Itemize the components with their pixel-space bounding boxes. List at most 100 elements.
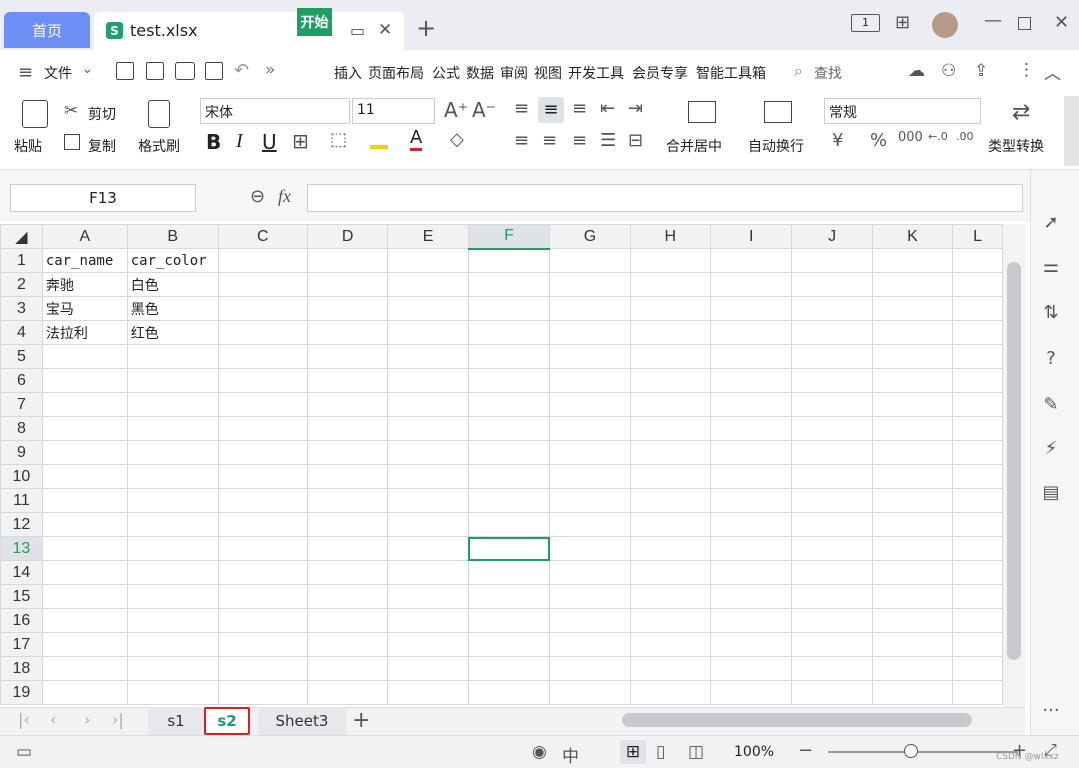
cell[interactable] bbox=[629, 296, 712, 321]
ai-assistant-icon[interactable]: ✎ bbox=[1040, 394, 1062, 416]
tab-member[interactable]: 会员专享 bbox=[632, 63, 688, 83]
cell[interactable]: 白色 bbox=[126, 272, 219, 297]
cell[interactable] bbox=[306, 680, 389, 705]
cell[interactable] bbox=[549, 272, 631, 297]
next-sheet-icon[interactable]: › bbox=[84, 710, 90, 729]
cell[interactable] bbox=[952, 464, 1003, 489]
cell[interactable] bbox=[41, 464, 128, 489]
cell[interactable] bbox=[629, 272, 712, 297]
page-break-view-icon[interactable]: ◫ bbox=[688, 742, 704, 762]
cell[interactable]: car_name bbox=[41, 248, 128, 273]
cell[interactable] bbox=[467, 344, 551, 369]
row-header[interactable]: 18 bbox=[0, 656, 43, 681]
cell[interactable] bbox=[629, 248, 712, 273]
column-header[interactable]: B bbox=[126, 224, 219, 249]
cell[interactable] bbox=[791, 656, 873, 681]
cell[interactable] bbox=[126, 632, 219, 657]
cell[interactable] bbox=[952, 320, 1003, 345]
cell[interactable] bbox=[467, 584, 551, 609]
cell[interactable] bbox=[629, 632, 712, 657]
format-painter-icon[interactable] bbox=[148, 100, 170, 128]
cell[interactable] bbox=[952, 512, 1003, 537]
align-right-icon[interactable]: ≡ bbox=[572, 130, 587, 151]
borders-icon[interactable]: ⊞ bbox=[292, 129, 309, 153]
cell[interactable] bbox=[871, 248, 954, 273]
cell[interactable] bbox=[306, 440, 389, 465]
cell[interactable] bbox=[871, 320, 954, 345]
cell[interactable] bbox=[217, 272, 308, 297]
cell[interactable] bbox=[467, 632, 551, 657]
last-sheet-icon[interactable]: ›| bbox=[112, 710, 124, 729]
align-top-icon[interactable]: ≡ bbox=[514, 98, 529, 119]
save-icon[interactable] bbox=[116, 62, 134, 80]
cell[interactable] bbox=[871, 440, 954, 465]
cell[interactable] bbox=[549, 632, 631, 657]
print-preview-icon[interactable] bbox=[205, 62, 223, 80]
cell[interactable] bbox=[387, 368, 469, 393]
cell[interactable] bbox=[952, 584, 1003, 609]
cell[interactable] bbox=[871, 392, 954, 417]
cell[interactable] bbox=[629, 560, 712, 585]
cell[interactable] bbox=[217, 608, 308, 633]
ribbon-scroll[interactable] bbox=[1064, 96, 1079, 166]
minimize-icon[interactable]: — bbox=[984, 10, 1002, 31]
cell[interactable] bbox=[952, 440, 1003, 465]
cell[interactable] bbox=[387, 416, 469, 441]
window-count-icon[interactable]: 1 bbox=[851, 14, 880, 32]
cell[interactable] bbox=[952, 536, 1003, 561]
cell[interactable] bbox=[791, 584, 873, 609]
tab-view[interactable]: 视图 bbox=[534, 63, 562, 83]
cell[interactable] bbox=[41, 680, 128, 705]
cell[interactable] bbox=[306, 344, 389, 369]
cell[interactable] bbox=[952, 488, 1003, 513]
cell[interactable] bbox=[710, 392, 793, 417]
cell[interactable] bbox=[387, 272, 469, 297]
cell[interactable] bbox=[710, 512, 793, 537]
clear-icon[interactable]: ◇ bbox=[450, 129, 464, 150]
cell[interactable] bbox=[126, 488, 219, 513]
cell[interactable] bbox=[41, 392, 128, 417]
cell[interactable] bbox=[791, 440, 873, 465]
percent-icon[interactable]: % bbox=[870, 130, 887, 151]
undo-icon[interactable]: ↶ bbox=[234, 60, 249, 81]
page-view-icon[interactable]: ▯ bbox=[656, 742, 665, 762]
cell[interactable] bbox=[217, 416, 308, 441]
cell[interactable] bbox=[41, 632, 128, 657]
cell[interactable] bbox=[710, 272, 793, 297]
more-vertical-icon[interactable]: ⋮ bbox=[1018, 60, 1035, 80]
cell[interactable] bbox=[41, 536, 128, 561]
row-header[interactable]: 13 bbox=[0, 536, 43, 561]
maximize-icon[interactable] bbox=[1018, 17, 1031, 30]
cell[interactable] bbox=[387, 656, 469, 681]
cell[interactable] bbox=[791, 368, 873, 393]
cell[interactable] bbox=[217, 584, 308, 609]
tab-page-layout[interactable]: 页面布局 bbox=[368, 63, 424, 83]
cell[interactable] bbox=[387, 296, 469, 321]
cell[interactable] bbox=[629, 320, 712, 345]
column-header[interactable]: D bbox=[306, 224, 389, 249]
cell[interactable] bbox=[217, 512, 308, 537]
cloud-sync-icon[interactable]: ☁ bbox=[908, 61, 925, 81]
align-bottom-icon[interactable]: ≡ bbox=[572, 98, 587, 119]
fill-color-icon[interactable] bbox=[370, 131, 388, 149]
cell[interactable] bbox=[306, 296, 389, 321]
cell[interactable] bbox=[710, 320, 793, 345]
cell[interactable]: 黑色 bbox=[126, 296, 219, 321]
select-all-corner[interactable]: ◢ bbox=[0, 224, 43, 249]
cell[interactable] bbox=[217, 656, 308, 681]
row-header[interactable]: 7 bbox=[0, 392, 43, 417]
chevron-down-icon[interactable]: ⌄ bbox=[82, 62, 93, 77]
cell[interactable] bbox=[41, 440, 128, 465]
cell[interactable] bbox=[871, 296, 954, 321]
cell[interactable] bbox=[629, 392, 712, 417]
cell[interactable] bbox=[629, 440, 712, 465]
cell[interactable] bbox=[306, 560, 389, 585]
decrease-decimal-icon[interactable]: .00 bbox=[956, 130, 974, 143]
cell[interactable] bbox=[306, 608, 389, 633]
fx-label[interactable]: fx bbox=[278, 186, 291, 207]
normal-view-icon[interactable]: ⊞ bbox=[620, 740, 646, 764]
cell[interactable] bbox=[467, 488, 551, 513]
cell[interactable] bbox=[871, 416, 954, 441]
more-dots-icon[interactable]: ··· bbox=[1040, 700, 1062, 722]
tab-file[interactable]: S test.xlsx ▭ ✕ bbox=[94, 12, 404, 50]
